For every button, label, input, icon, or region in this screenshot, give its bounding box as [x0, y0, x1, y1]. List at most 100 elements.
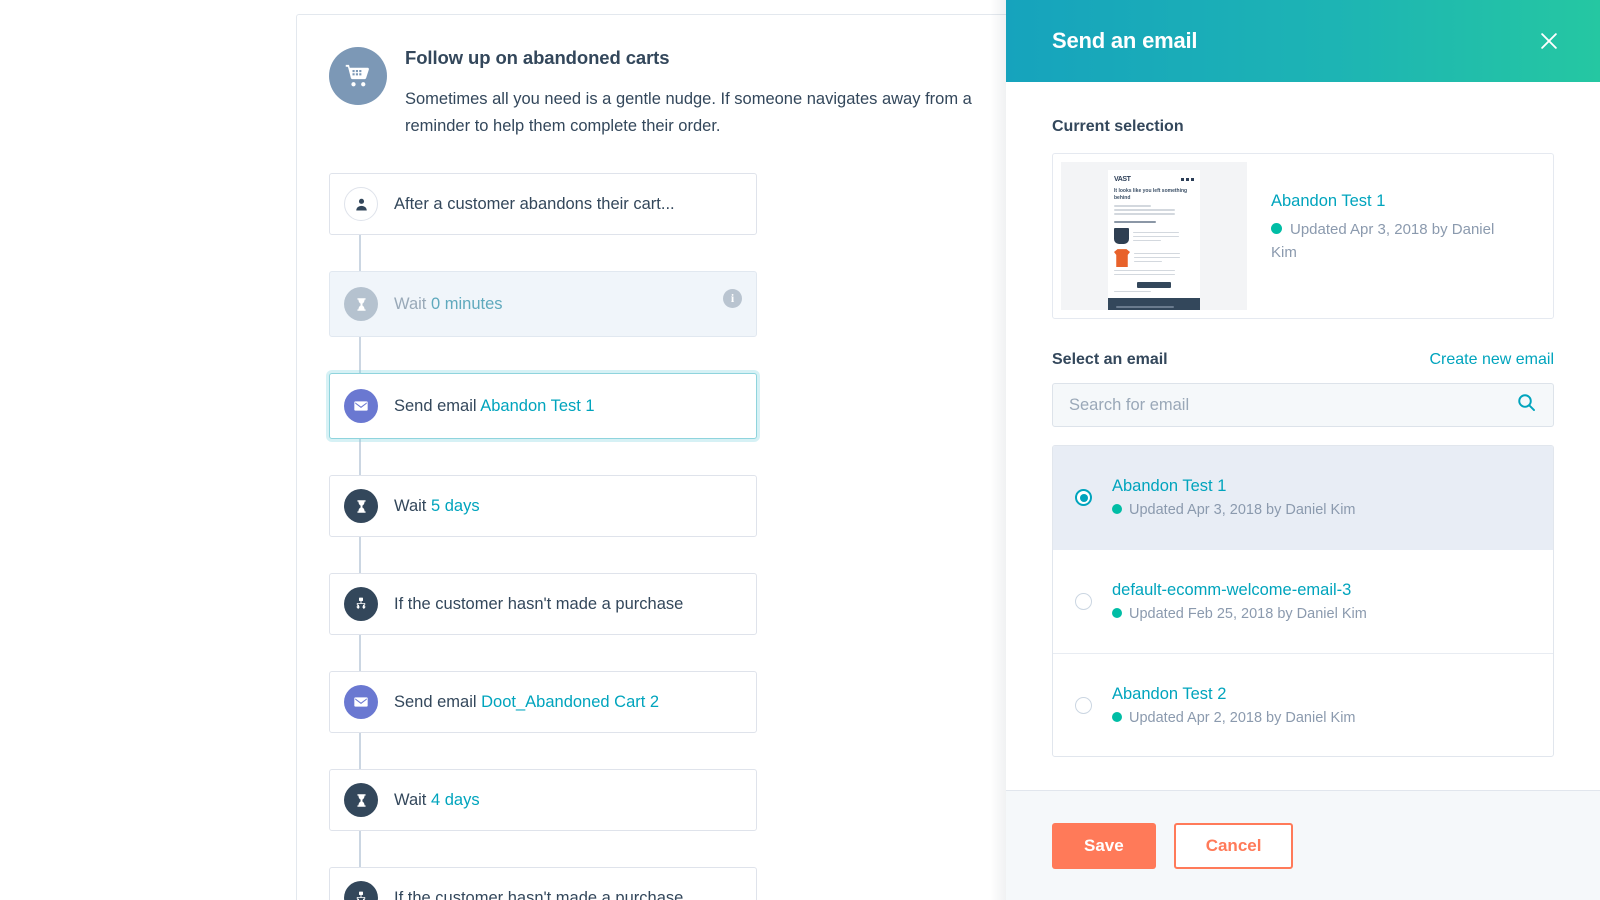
shopping-cart-icon — [329, 47, 387, 105]
workflow-step-send-email-cart-2[interactable]: Send email Doot_Abandoned Cart 2 — [329, 671, 757, 734]
email-updated-text: Updated Apr 3, 2018 by Daniel Kim — [1129, 502, 1356, 518]
step-prefix: Send email — [394, 692, 482, 711]
search-icon[interactable] — [1516, 392, 1537, 418]
email-list[interactable]: Abandon Test 1 Updated Apr 3, 2018 by Da… — [1052, 445, 1554, 757]
thumbnail-cta-button — [1137, 282, 1171, 289]
workflow-description: Sometimes all you need is a gentle nudge… — [405, 90, 972, 135]
panel-title: Send an email — [1052, 28, 1198, 53]
thumbnail-text-line — [1116, 305, 1174, 308]
thumbnail-text-line — [1114, 213, 1175, 215]
thumbnail-text-line — [1114, 209, 1175, 211]
thumbnail-subheading — [1114, 220, 1156, 224]
workflow-step-wait-4-days[interactable]: Wait 4 days — [329, 769, 757, 832]
radio-button[interactable] — [1075, 489, 1092, 506]
current-selection-card: VAST It looks like you left something be… — [1052, 153, 1554, 319]
step-label: Wait 0 minutes — [394, 295, 503, 314]
step-label: Send email Doot_Abandoned Cart 2 — [394, 693, 659, 712]
page-title: Follow up on abandoned carts — [405, 47, 670, 68]
email-updated-text: Updated Apr 2, 2018 by Daniel Kim — [1129, 710, 1356, 726]
radio-button[interactable] — [1075, 593, 1092, 610]
workflow-step-branch-2[interactable]: If the customer hasn't made a purchase — [329, 867, 757, 900]
thumbnail-text-line — [1114, 269, 1175, 272]
step-label: If the customer hasn't made a purchase — [394, 595, 683, 614]
step-prefix: Wait — [394, 294, 431, 313]
workflow-step-send-email-abandon-test-1[interactable]: Send email Abandon Test 1 — [329, 373, 757, 440]
thumbnail-brand-row: VAST — [1114, 176, 1194, 183]
thumbnail-brand: VAST — [1114, 176, 1131, 183]
current-selection-updated-text: Updated Apr 3, 2018 by Daniel Kim — [1271, 221, 1495, 262]
workflow-step-wait-5-days[interactable]: Wait 5 days — [329, 475, 757, 538]
search-input[interactable] — [1069, 395, 1516, 415]
create-new-email-link[interactable]: Create new email — [1430, 351, 1555, 369]
panel-header: Send an email — [1006, 0, 1600, 82]
email-name: default-ecomm-welcome-email-3 — [1112, 581, 1352, 599]
step-label: Wait 5 days — [394, 497, 480, 516]
status-badge — [1112, 712, 1122, 722]
step-prefix: If the customer hasn't made a purchase — [394, 594, 684, 613]
product-mug-image — [1114, 228, 1129, 245]
branch-icon — [344, 587, 378, 622]
list-item[interactable]: Abandon Test 1 Updated Apr 3, 2018 by Da… — [1053, 446, 1553, 550]
search-email-box[interactable] — [1052, 383, 1554, 427]
thumbnail-headline: It looks like you left something behind — [1114, 188, 1188, 202]
thumbnail-text-line — [1134, 252, 1180, 255]
current-selection-meta: Abandon Test 1 Updated Apr 3, 2018 by Da… — [1247, 162, 1545, 310]
info-icon[interactable]: i — [723, 289, 742, 309]
select-email-label: Select an email — [1052, 351, 1168, 368]
workflow-header-text: Follow up on abandoned carts Sometimes a… — [405, 45, 977, 139]
email-name: Abandon Test 2 — [1112, 685, 1227, 703]
select-email-header: Select an email Create new email — [1052, 351, 1554, 369]
step-value: 5 days — [430, 496, 480, 515]
list-item-text: Abandon Test 2 Updated Apr 2, 2018 by Da… — [1112, 685, 1356, 726]
thumbnail-text-line — [1114, 273, 1175, 276]
panel-drop-shadow — [990, 0, 1006, 900]
product-shirt-image — [1114, 249, 1130, 268]
email-thumbnail: VAST It looks like you left something be… — [1061, 162, 1247, 310]
panel-body: Current selection VAST It looks like you… — [1006, 82, 1600, 790]
envelope-icon — [344, 685, 378, 720]
cancel-button[interactable]: Cancel — [1173, 822, 1294, 869]
contact-icon — [344, 187, 378, 222]
social-icons — [1180, 177, 1194, 182]
step-prefix: Wait — [394, 496, 431, 515]
thumbnail-text-line — [1134, 260, 1162, 263]
close-icon[interactable] — [1532, 24, 1566, 58]
email-name: Abandon Test 1 — [1112, 477, 1227, 495]
step-prefix: After a customer abandons their cart... — [394, 194, 675, 213]
thumbnail-product-row — [1114, 228, 1194, 245]
step-value: Abandon Test 1 — [480, 396, 595, 415]
thumbnail-footer — [1108, 298, 1200, 310]
thumbnail-product-row — [1114, 249, 1194, 268]
workflow-step-branch-1[interactable]: If the customer hasn't made a purchase — [329, 573, 757, 636]
product-info — [1134, 249, 1194, 263]
email-thumbnail-preview: VAST It looks like you left something be… — [1108, 170, 1200, 310]
hourglass-icon — [344, 489, 378, 524]
step-value: Doot_Abandoned Cart 2 — [481, 692, 660, 711]
radio-button[interactable] — [1075, 697, 1092, 714]
current-selection-name[interactable]: Abandon Test 1 — [1271, 192, 1545, 211]
save-button[interactable]: Save — [1052, 822, 1156, 869]
branch-icon — [344, 881, 378, 900]
email-updated: Updated Feb 25, 2018 by Daniel Kim — [1112, 606, 1367, 622]
thumbnail-text-line — [1114, 205, 1151, 207]
list-item[interactable]: default-ecomm-welcome-email-3 Updated Fe… — [1053, 550, 1553, 654]
status-badge — [1112, 504, 1122, 514]
workflow-canvas-card: Follow up on abandoned carts Sometimes a… — [296, 14, 1012, 900]
thumbnail-text-line — [1133, 231, 1180, 234]
hourglass-icon — [344, 287, 378, 322]
workflow-step-wait-0-minutes[interactable]: Wait 0 minutes i — [329, 271, 757, 338]
list-item[interactable]: Abandon Test 2 Updated Apr 2, 2018 by Da… — [1053, 654, 1553, 756]
workflow-step-trigger[interactable]: After a customer abandons their cart... — [329, 173, 757, 236]
list-item-text: Abandon Test 1 Updated Apr 3, 2018 by Da… — [1112, 477, 1356, 518]
workflow-steps: After a customer abandons their cart... … — [297, 173, 1011, 900]
current-selection-updated: Updated Apr 3, 2018 by Daniel Kim — [1271, 218, 1521, 265]
panel-footer: Save Cancel — [1006, 790, 1600, 900]
step-label: Wait 4 days — [394, 791, 480, 810]
thumbnail-text-line — [1114, 290, 1151, 293]
step-prefix: Wait — [394, 790, 431, 809]
product-info — [1133, 228, 1194, 242]
email-updated: Updated Apr 3, 2018 by Daniel Kim — [1112, 502, 1356, 518]
thumbnail-text-line — [1134, 256, 1180, 259]
step-label: After a customer abandons their cart... — [394, 195, 675, 214]
step-prefix: Send email — [394, 396, 481, 415]
